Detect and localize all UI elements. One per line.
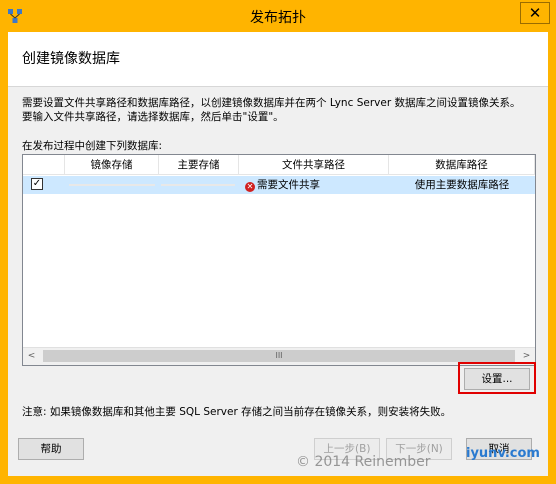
page-title: 创建镜像数据库 <box>22 51 120 67</box>
primary-store-cell <box>161 176 235 194</box>
row-checkbox[interactable]: ✓ <box>31 178 43 190</box>
header-panel: 创建镜像数据库 <box>8 32 548 87</box>
title-bar: 发布拓扑 ✕ <box>0 0 556 32</box>
watermark-text: © 2014 Reinember <box>296 454 431 470</box>
column-header-primary-store[interactable]: 主要存储 <box>159 155 239 175</box>
dialog-client: 创建镜像数据库 需要设置文件共享路径和数据库路径，以创建镜像数据库并在两个 Ly… <box>8 32 548 476</box>
share-status-text: 需要文件共享 <box>257 179 320 191</box>
column-header-share-path[interactable]: 文件共享路径 <box>239 155 389 175</box>
close-button[interactable]: ✕ <box>520 2 550 24</box>
list-caption: 在发布过程中创建下列数据库: <box>22 140 163 152</box>
error-icon: ✕ <box>245 182 255 192</box>
share-path-cell: ✕ 需要文件共享 <box>245 176 385 194</box>
help-button[interactable]: 帮助 <box>18 438 84 460</box>
database-list[interactable]: 镜像存储 主要存储 文件共享路径 数据库路径 ✓ ✕ 需要文件共享 使用主要数据库… <box>22 154 536 366</box>
mirror-store-cell <box>69 176 155 194</box>
settings-button[interactable]: 设置... <box>464 368 530 390</box>
table-row[interactable]: ✓ ✕ 需要文件共享 使用主要数据库路径 <box>23 176 535 194</box>
column-header-check[interactable] <box>23 155 65 175</box>
column-header-db-path[interactable]: 数据库路径 <box>389 155 535 175</box>
scroll-left-icon[interactable]: < <box>23 348 40 365</box>
column-header-mirror-store[interactable]: 镜像存储 <box>65 155 159 175</box>
window-title: 发布拓扑 <box>250 10 306 26</box>
note-text: 注意: 如果镜像数据库和其他主要 SQL Server 存储之间当前存在镜像关系… <box>22 406 452 418</box>
watermark-logo: iyunv.com <box>466 446 540 461</box>
db-path-cell: 使用主要数据库路径 <box>414 179 510 191</box>
description-line-1: 需要设置文件共享路径和数据库路径，以创建镜像数据库并在两个 Lync Serve… <box>22 97 521 109</box>
description-line-2: 要输入文件共享路径，请选择数据库，然后单击"设置"。 <box>22 111 284 123</box>
description: 需要设置文件共享路径和数据库路径，以创建镜像数据库并在两个 Lync Serve… <box>22 96 542 124</box>
scroll-thumb[interactable]: III <box>43 350 515 362</box>
